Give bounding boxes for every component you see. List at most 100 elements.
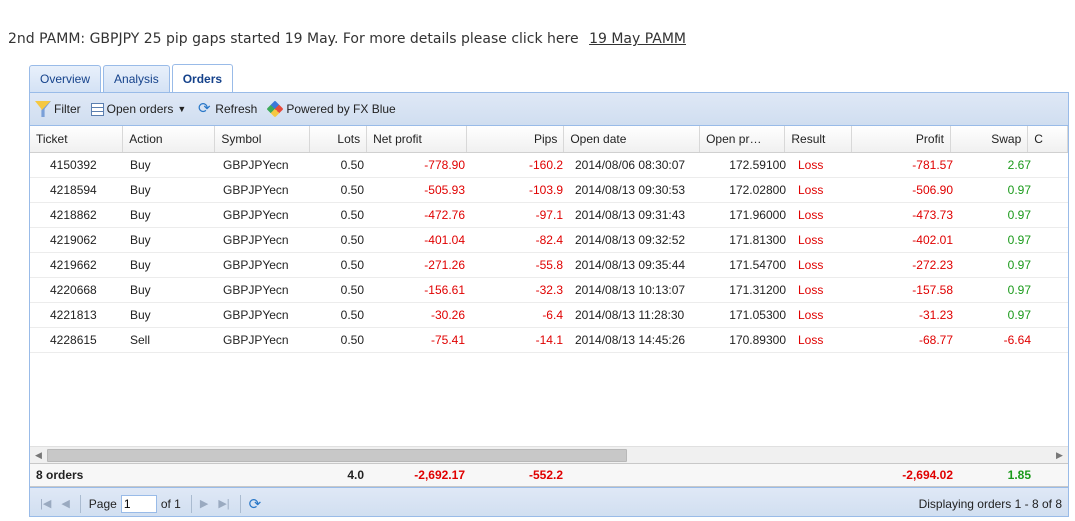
pips-cell: -160.2 bbox=[528, 158, 563, 172]
lots-cell: 0.50 bbox=[340, 308, 364, 322]
summary-row: 8 orders 4.0 -2,692.17 -552.2 -2,694.02 … bbox=[30, 463, 1068, 487]
page-label: Page bbox=[88, 496, 117, 511]
pips-cell: -32.3 bbox=[535, 283, 563, 297]
net-profit-cell: -472.76 bbox=[424, 208, 465, 222]
profit-cell: -31.23 bbox=[918, 308, 953, 322]
refresh-button[interactable]: ⟳ Refresh bbox=[196, 101, 257, 117]
fx-blue-icon bbox=[266, 100, 284, 118]
pips-cell: -82.4 bbox=[535, 233, 563, 247]
result-cell: Loss bbox=[798, 208, 824, 222]
headline-link[interactable]: 19 May PAMM bbox=[589, 31, 686, 47]
powered-by-button[interactable]: Powered by FX Blue bbox=[266, 100, 396, 118]
col-symbol[interactable]: Symbol bbox=[215, 126, 310, 152]
ticket-cell: 4220668 bbox=[50, 283, 97, 297]
result-cell: Loss bbox=[798, 158, 824, 172]
col-action[interactable]: Action bbox=[123, 126, 216, 152]
ticket-cell: 4219062 bbox=[50, 233, 97, 247]
open-date-cell: 2014/08/13 09:32:52 bbox=[575, 233, 686, 247]
net-profit-cell: -156.61 bbox=[424, 283, 465, 297]
profit-cell: -157.58 bbox=[912, 283, 953, 297]
display-message: Displaying orders 1 - 8 of 8 bbox=[918, 497, 1062, 511]
horizontal-scrollbar[interactable]: ◀ ▶ bbox=[30, 446, 1068, 463]
summary-orders: 8 orders bbox=[36, 468, 84, 482]
tab-analysis[interactable]: Analysis bbox=[103, 65, 170, 92]
col-net-profit[interactable]: Net profit bbox=[367, 126, 468, 152]
table-row[interactable]: 4228615 Sell GBPJPYecn 0.50 -75.41 -14.1… bbox=[30, 328, 1068, 353]
refresh-icon: ⟳ bbox=[198, 100, 211, 117]
col-c[interactable]: C bbox=[1028, 126, 1068, 152]
headline: 2nd PAMM: GBPJPY 25 pip gaps started 19 … bbox=[8, 31, 686, 47]
col-swap[interactable]: Swap bbox=[951, 126, 1029, 152]
open-date-cell: 2014/08/06 08:30:07 bbox=[575, 158, 686, 172]
open-date-cell: 2014/08/13 09:35:44 bbox=[575, 258, 686, 272]
table-row[interactable]: 4220668 Buy GBPJPYecn 0.50 -156.61 -32.3… bbox=[30, 278, 1068, 303]
net-profit-cell: -401.04 bbox=[424, 233, 465, 247]
tab-orders[interactable]: Orders bbox=[171, 64, 234, 92]
symbol-cell: GBPJPYecn bbox=[223, 333, 289, 347]
page-number-input[interactable] bbox=[120, 494, 157, 513]
swap-cell: 0.97 bbox=[1007, 283, 1031, 297]
col-open-date[interactable]: Open date bbox=[564, 126, 701, 152]
swap-cell: 2.67 bbox=[1007, 158, 1031, 172]
table-row[interactable]: 4218594 Buy GBPJPYecn 0.50 -505.93 -103.… bbox=[30, 178, 1068, 203]
summary-swap: 1.85 bbox=[1007, 468, 1031, 482]
filter-icon bbox=[35, 101, 51, 117]
symbol-cell: GBPJPYecn bbox=[223, 308, 289, 322]
net-profit-cell: -271.26 bbox=[424, 258, 465, 272]
open-orders-button[interactable]: Open orders ▼ bbox=[90, 102, 186, 116]
headline-text: 2nd PAMM: GBPJPY 25 pip gaps started 19 … bbox=[8, 31, 579, 47]
refresh-label: Refresh bbox=[215, 102, 258, 116]
tab-overview[interactable]: Overview bbox=[29, 65, 102, 92]
swap-cell: -6.64 bbox=[1003, 333, 1031, 347]
table-row[interactable]: 4219062 Buy GBPJPYecn 0.50 -401.04 -82.4… bbox=[30, 228, 1068, 253]
ticket-cell: 4219662 bbox=[50, 258, 97, 272]
next-page-icon[interactable]: ▶ bbox=[200, 497, 208, 510]
open-price-cell: 171.54700 bbox=[729, 258, 786, 272]
lots-cell: 0.50 bbox=[340, 333, 364, 347]
action-cell: Buy bbox=[130, 308, 151, 322]
grid-rows: 4150392 Buy GBPJPYecn 0.50 -778.90 -160.… bbox=[30, 153, 1068, 446]
last-page-icon[interactable]: ▶| bbox=[218, 497, 229, 510]
pips-cell: -14.1 bbox=[535, 333, 563, 347]
symbol-cell: GBPJPYecn bbox=[223, 258, 289, 272]
net-profit-cell: -778.90 bbox=[424, 158, 465, 172]
col-open-price[interactable]: Open pr… bbox=[700, 126, 786, 152]
result-cell: Loss bbox=[798, 283, 824, 297]
ticket-cell: 4221813 bbox=[50, 308, 97, 322]
scroll-right-icon[interactable]: ▶ bbox=[1051, 450, 1068, 461]
summary-lots: 4.0 bbox=[347, 468, 364, 482]
lots-cell: 0.50 bbox=[340, 283, 364, 297]
action-cell: Buy bbox=[130, 283, 151, 297]
filter-button[interactable]: Filter bbox=[35, 101, 81, 117]
table-row[interactable]: 4150392 Buy GBPJPYecn 0.50 -778.90 -160.… bbox=[30, 153, 1068, 178]
table-row[interactable]: 4219662 Buy GBPJPYecn 0.50 -271.26 -55.8… bbox=[30, 253, 1068, 278]
profit-cell: -506.90 bbox=[912, 183, 953, 197]
profit-cell: -473.73 bbox=[912, 208, 953, 222]
result-cell: Loss bbox=[798, 258, 824, 272]
scroll-left-icon[interactable]: ◀ bbox=[30, 450, 47, 461]
col-ticket[interactable]: Ticket bbox=[30, 126, 124, 152]
refresh-icon[interactable]: ⟳ bbox=[249, 495, 262, 513]
first-page-icon[interactable]: |◀ bbox=[40, 497, 51, 510]
symbol-cell: GBPJPYecn bbox=[223, 183, 289, 197]
swap-cell: 0.97 bbox=[1007, 258, 1031, 272]
prev-page-icon[interactable]: ◀ bbox=[61, 497, 69, 510]
open-date-cell: 2014/08/13 11:28:30 bbox=[575, 308, 685, 322]
table-row[interactable]: 4218862 Buy GBPJPYecn 0.50 -472.76 -97.1… bbox=[30, 203, 1068, 228]
action-cell: Buy bbox=[130, 183, 151, 197]
col-result[interactable]: Result bbox=[785, 126, 852, 152]
action-cell: Buy bbox=[130, 258, 151, 272]
scrollbar-thumb[interactable] bbox=[47, 449, 627, 462]
swap-cell: 0.97 bbox=[1007, 308, 1031, 322]
page-of-label: of 1 bbox=[160, 496, 181, 511]
open-price-cell: 171.31200 bbox=[729, 283, 786, 297]
col-profit[interactable]: Profit bbox=[852, 126, 951, 152]
col-lots[interactable]: Lots bbox=[310, 126, 368, 152]
symbol-cell: GBPJPYecn bbox=[223, 233, 289, 247]
summary-net-profit: -2,692.17 bbox=[414, 468, 465, 482]
net-profit-cell: -75.41 bbox=[430, 333, 465, 347]
lots-cell: 0.50 bbox=[340, 258, 364, 272]
table-row[interactable]: 4221813 Buy GBPJPYecn 0.50 -30.26 -6.4 2… bbox=[30, 303, 1068, 328]
col-pips[interactable]: Pips bbox=[467, 126, 565, 152]
open-price-cell: 172.02800 bbox=[729, 183, 786, 197]
